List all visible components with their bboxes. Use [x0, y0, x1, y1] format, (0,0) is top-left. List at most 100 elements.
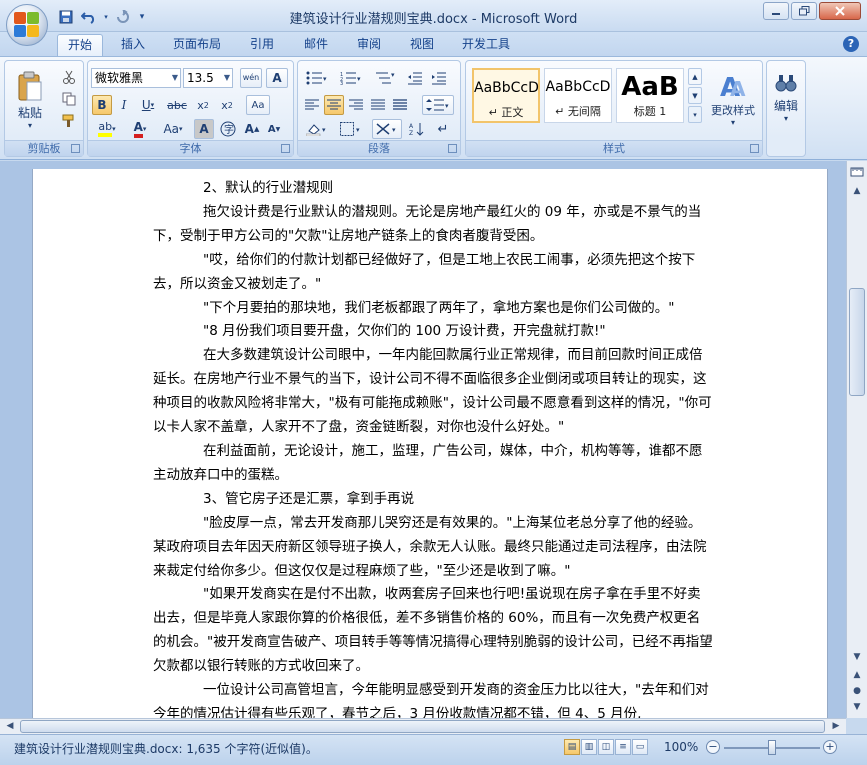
scroll-up-icon[interactable]: ▲: [849, 183, 865, 199]
office-button[interactable]: [6, 4, 48, 46]
style-no-spacing[interactable]: AaBbCcD ↵ 无间隔: [544, 68, 612, 123]
line-spacing-button[interactable]: ▾: [422, 95, 454, 115]
change-styles-button[interactable]: AA 更改样式 ▾: [706, 67, 760, 131]
tab-mailings[interactable]: 邮件: [294, 34, 338, 56]
sort-icon[interactable]: AZ: [406, 119, 428, 139]
vertical-scroll-thumb[interactable]: [849, 288, 865, 396]
styles-scroll-up-icon[interactable]: ▲: [688, 68, 702, 85]
character-border-button[interactable]: A: [266, 68, 288, 88]
character-shading-button[interactable]: A: [194, 119, 214, 139]
show-marks-icon[interactable]: ↵: [432, 119, 454, 139]
tab-references[interactable]: 引用: [240, 34, 284, 56]
next-page-icon[interactable]: ▼: [849, 699, 865, 715]
borders-button[interactable]: ▾: [336, 119, 366, 139]
document-page[interactable]: 2、默认的行业潜规则 拖欠设计费是行业默认的潜规则。无论是房地产最红火的 09 …: [32, 169, 828, 718]
tab-page-layout[interactable]: 页面布局: [163, 34, 231, 56]
draft-view-icon[interactable]: ▭: [632, 739, 648, 755]
tab-review[interactable]: 审阅: [347, 34, 391, 56]
paragraph-group: ▾ 1 2 3 ▾ ▾ ▾ ▾ ▾ ▾ A Z ↵ 段落: [297, 60, 461, 157]
phonetic-guide-button[interactable]: wén: [240, 68, 262, 88]
ruler-toggle-icon[interactable]: [849, 165, 865, 181]
zoom-in-icon[interactable]: +: [823, 740, 837, 754]
outline-view-icon[interactable]: ≡: [615, 739, 631, 755]
multilevel-list-button[interactable]: ▾: [370, 68, 400, 88]
document-text[interactable]: 2、默认的行业潜规则 拖欠设计费是行业默认的潜规则。无论是房地产最红火的 09 …: [153, 177, 713, 718]
font-name-combo[interactable]: 微软雅黑 ▼: [91, 68, 181, 88]
vertical-scrollbar[interactable]: ▲ ▼ ▲ ● ▼: [846, 161, 867, 718]
bold-button[interactable]: B: [92, 95, 112, 115]
font-size-combo[interactable]: 13.5 ▼: [183, 68, 233, 88]
styles-scroll-down-icon[interactable]: ▼: [688, 87, 702, 104]
distributed-icon[interactable]: [390, 95, 410, 115]
align-left-icon[interactable]: [302, 95, 322, 115]
paste-button[interactable]: 粘贴 ▾: [11, 65, 49, 135]
tab-developer[interactable]: 开发工具: [452, 34, 520, 56]
scroll-right-icon[interactable]: ▶: [828, 719, 844, 733]
zoom-slider-thumb[interactable]: [768, 740, 776, 755]
increase-indent-icon[interactable]: [428, 68, 450, 88]
word-count-status[interactable]: 建筑设计行业潜规则宝典.docx: 1,635 个字符(近似值)。: [14, 740, 318, 757]
tab-home[interactable]: 开始: [57, 34, 104, 56]
shading-button[interactable]: ▾: [302, 119, 332, 139]
paragraph[interactable]: 在利益面前，无论设计，施工，监理，广告公司，媒体，中介，机构等等，谁都不愿主动放…: [153, 440, 713, 488]
close-button[interactable]: [819, 2, 861, 20]
scroll-left-icon[interactable]: ◀: [2, 719, 18, 733]
bullets-button[interactable]: ▾: [302, 68, 332, 88]
italic-button[interactable]: I: [114, 95, 134, 115]
numbering-button[interactable]: 1 2 3 ▾: [336, 68, 366, 88]
shrink-font-button[interactable]: A ▼: [264, 119, 284, 139]
horizontal-scrollbar[interactable]: ◀ ▶: [0, 718, 846, 734]
cut-icon[interactable]: [59, 67, 79, 87]
enclose-characters-icon[interactable]: 字: [218, 119, 238, 139]
align-center-icon[interactable]: [324, 95, 344, 115]
styles-more-icon[interactable]: ▾: [688, 106, 702, 123]
paragraph[interactable]: "哎，给你们的付款计划都已经做好了，但是工地上农民工闹事，必须先把这个按下去，所…: [153, 249, 713, 297]
editing-label: 编辑: [773, 99, 798, 113]
help-icon[interactable]: ?: [843, 36, 859, 52]
full-screen-reading-view-icon[interactable]: ▥: [581, 739, 597, 755]
zoom-level[interactable]: 100%: [664, 740, 698, 754]
superscript-button[interactable]: x2: [216, 95, 238, 115]
paragraph[interactable]: "脸皮厚一点，常去开发商那儿哭穷还是有效果的。"上海某位老总分享了他的经验。某政…: [153, 512, 713, 584]
paragraph[interactable]: "如果开发商实在是付不出款，收两套房子回来也行吧!虽说现在房子拿在手里不好卖出去…: [153, 583, 713, 679]
grow-font-button[interactable]: A ▲: [242, 119, 262, 139]
paragraph[interactable]: "8 月份我们项目要开盘，欠你们的 100 万设计费，开完盘就打款!": [153, 320, 713, 344]
copy-icon[interactable]: [59, 89, 79, 109]
clear-formatting-button[interactable]: Aa: [246, 95, 270, 115]
select-browse-object-icon[interactable]: ●: [849, 683, 865, 699]
change-case-button[interactable]: Aa ▾: [158, 119, 188, 139]
text-highlight-button[interactable]: ab ▾: [92, 119, 122, 139]
paragraph[interactable]: 2、默认的行业潜规则: [153, 177, 713, 201]
font-color-button[interactable]: A ▾: [126, 119, 154, 139]
asian-layout-button[interactable]: ▾: [372, 119, 402, 139]
style-heading-1[interactable]: AaB 标题 1: [616, 68, 684, 123]
paragraph[interactable]: 3、管它房子还是汇票，拿到手再说: [153, 488, 713, 512]
paragraph[interactable]: 在大多数建筑设计公司眼中，一年内能回款属行业正常规律，而目前回款时间正成倍延长。…: [153, 344, 713, 440]
scroll-down-icon[interactable]: ▼: [849, 649, 865, 665]
paragraph-launcher-icon[interactable]: [448, 144, 457, 153]
editing-button[interactable]: 编辑 ▾: [769, 67, 803, 129]
tab-view[interactable]: 视图: [400, 34, 444, 56]
underline-button[interactable]: U ▾: [136, 95, 160, 115]
tab-insert[interactable]: 插入: [111, 34, 155, 56]
paragraph[interactable]: 拖欠设计费是行业默认的潜规则。无论是房地产最红火的 09 年，亦或是不景气的当下…: [153, 201, 713, 249]
restore-button[interactable]: [791, 2, 817, 20]
minimize-button[interactable]: [763, 2, 789, 20]
font-launcher-icon[interactable]: [281, 144, 290, 153]
zoom-out-icon[interactable]: −: [706, 740, 720, 754]
align-right-icon[interactable]: [346, 95, 366, 115]
format-painter-icon[interactable]: [59, 111, 79, 131]
subscript-button[interactable]: x2: [192, 95, 214, 115]
styles-launcher-icon[interactable]: [750, 144, 759, 153]
justify-icon[interactable]: [368, 95, 388, 115]
horizontal-scroll-thumb[interactable]: [20, 720, 825, 733]
decrease-indent-icon[interactable]: [404, 68, 426, 88]
style-normal[interactable]: AaBbCcD ↵ 正文: [472, 68, 540, 123]
web-layout-view-icon[interactable]: ◫: [598, 739, 614, 755]
clipboard-launcher-icon[interactable]: [71, 144, 80, 153]
strikethrough-button[interactable]: abc: [164, 95, 190, 115]
paragraph[interactable]: 一位设计公司高管坦言，今年能明显感受到开发商的资金压力比以往大，"去年和们对今年…: [153, 679, 713, 718]
print-layout-view-icon[interactable]: ▤: [564, 739, 580, 755]
previous-page-icon[interactable]: ▲: [849, 667, 865, 683]
paragraph[interactable]: "下个月要拍的那块地，我们老板都跟了两年了，拿地方案也是你们公司做的。": [153, 297, 713, 321]
